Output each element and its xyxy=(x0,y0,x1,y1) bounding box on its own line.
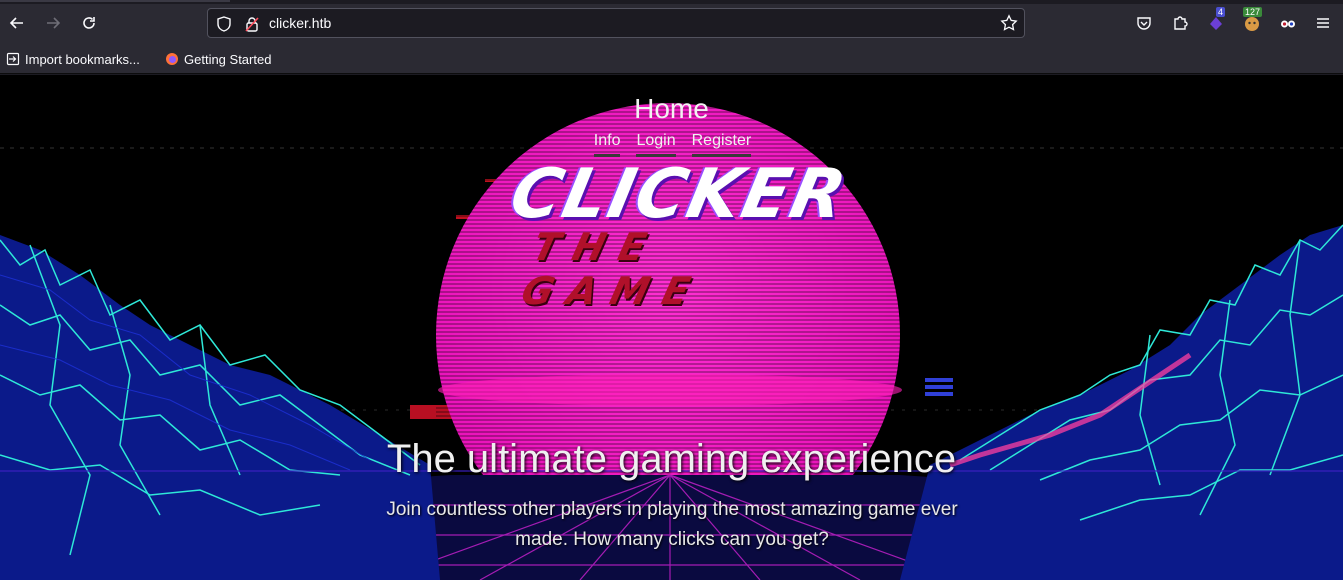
address-bar[interactable]: clicker.htb xyxy=(207,8,1025,38)
extension-2-icon[interactable]: 127 xyxy=(1242,7,1263,33)
back-button[interactable] xyxy=(3,9,31,37)
clicker-logo-subtitle: THE GAME xyxy=(517,225,709,313)
site-nav: Info Login Register xyxy=(0,132,1343,157)
forward-button[interactable] xyxy=(39,9,67,37)
bookmark-star-icon[interactable] xyxy=(1000,14,1018,32)
extension-2-badge: 127 xyxy=(1243,7,1263,17)
hamburger-menu-icon[interactable] xyxy=(1313,13,1333,33)
nav-register-link[interactable]: Register xyxy=(691,132,752,157)
bookmark-import-label: Import bookmarks... xyxy=(25,51,140,67)
insecure-lock-icon[interactable] xyxy=(243,15,261,33)
navigation-toolbar: clicker.htb 4 127 xyxy=(0,4,1343,42)
hero-headline: The ultimate gaming experience xyxy=(386,437,957,481)
clicker-logo: CLICKER xyxy=(503,155,855,234)
firefox-icon xyxy=(166,53,178,65)
tab-indicator xyxy=(0,0,230,2)
bookmark-getting-started[interactable]: Getting Started xyxy=(165,50,271,68)
extension-1-badge: 4 xyxy=(1216,7,1226,17)
bookmark-getting-started-label: Getting Started xyxy=(184,51,272,67)
reload-button[interactable] xyxy=(75,9,103,37)
extension-1-icon[interactable]: 4 xyxy=(1206,7,1226,33)
bookmarks-toolbar: Import bookmarks... Getting Started xyxy=(0,42,1343,74)
forward-arrow-icon xyxy=(47,17,61,29)
shield-icon[interactable] xyxy=(215,15,233,33)
extensions-puzzle-icon[interactable] xyxy=(1170,13,1190,33)
web-page: Home Info Login Register CLICKER THE GAM… xyxy=(0,75,1343,580)
nav-login-link[interactable]: Login xyxy=(636,132,676,157)
import-icon xyxy=(6,52,20,66)
nav-info-link[interactable]: Info xyxy=(593,132,621,157)
bookmark-import[interactable]: Import bookmarks... xyxy=(6,50,140,68)
back-arrow-icon xyxy=(9,17,23,29)
extension-3-icon[interactable] xyxy=(1278,13,1298,33)
hero-subtext: Join countless other players in playing … xyxy=(386,499,958,550)
url-text[interactable]: clicker.htb xyxy=(269,15,331,31)
reload-icon xyxy=(83,17,95,29)
page-title: Home xyxy=(634,93,709,124)
pocket-icon[interactable] xyxy=(1134,13,1154,33)
